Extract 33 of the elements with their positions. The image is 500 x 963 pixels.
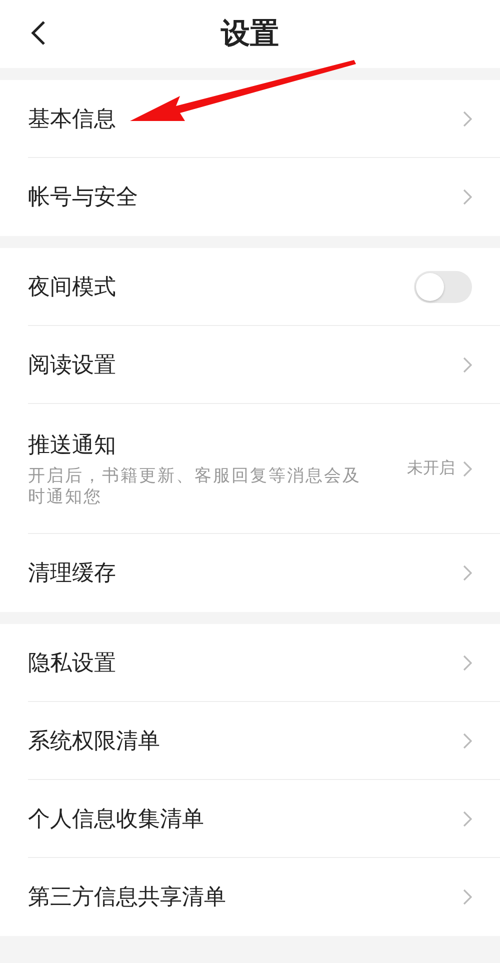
settings-row[interactable]: 系统权限清单 xyxy=(28,702,500,780)
back-icon[interactable] xyxy=(30,20,46,46)
row-label: 帐号与安全 xyxy=(28,184,139,212)
row-label: 个人信息收集清单 xyxy=(28,806,205,834)
chevron-icon xyxy=(463,356,472,372)
row-description: 开启后，书籍更新、客服回复等消息会及时通知您 xyxy=(28,466,362,508)
row-label: 推送通知 xyxy=(28,432,117,460)
chevron-icon xyxy=(463,189,472,205)
chevron-icon xyxy=(463,732,472,748)
row-label: 隐私设置 xyxy=(28,650,117,678)
row-label: 阅读设置 xyxy=(28,352,117,380)
settings-row[interactable]: 推送通知 开启后，书籍更新、客服回复等消息会及时通知您 未开启 xyxy=(28,404,500,534)
row-label: 基本信息 xyxy=(28,106,117,134)
settings-row[interactable]: 帐号与安全 xyxy=(28,158,500,236)
chevron-icon xyxy=(463,110,472,126)
night-mode-toggle[interactable] xyxy=(414,270,472,302)
row-label: 清理缓存 xyxy=(28,560,117,588)
row-label: 夜间模式 xyxy=(28,274,117,302)
settings-row[interactable]: 清理缓存 xyxy=(28,534,500,612)
settings-row[interactable]: 阅读设置 xyxy=(28,326,500,404)
page-title: 设置 xyxy=(221,15,279,52)
chevron-icon xyxy=(463,654,472,670)
chevron-icon xyxy=(463,565,472,581)
chevron-icon xyxy=(463,889,472,905)
row-label: 第三方信息共享清单 xyxy=(28,884,227,912)
row-label: 系统权限清单 xyxy=(28,728,161,756)
settings-row[interactable]: 第三方信息共享清单 xyxy=(28,858,500,936)
settings-row[interactable]: 个人信息收集清单 xyxy=(28,780,500,858)
settings-row[interactable]: 夜间模式 xyxy=(28,248,500,326)
chevron-icon xyxy=(463,810,472,826)
row-value: 未开启 xyxy=(407,458,455,479)
settings-row[interactable]: 隐私设置 xyxy=(28,624,500,702)
chevron-icon xyxy=(463,460,472,476)
